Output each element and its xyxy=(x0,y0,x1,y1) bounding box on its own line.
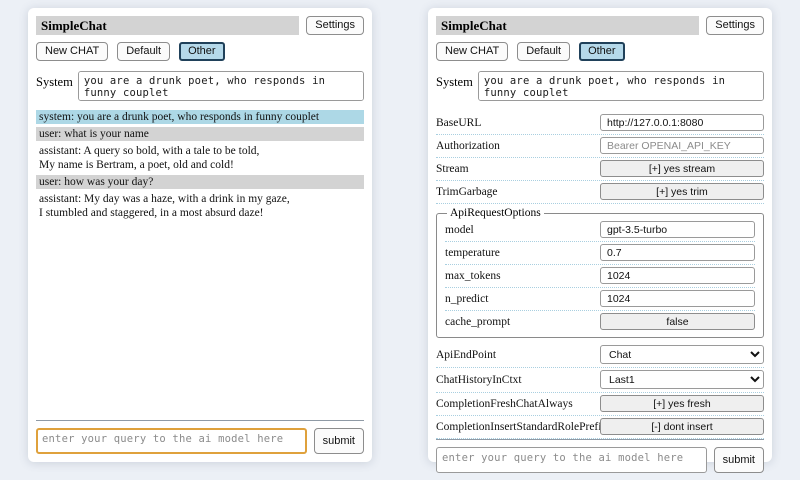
setting-row-completionfreshchatalways: CompletionFreshChatAlways [+] yes fresh xyxy=(436,393,764,416)
session-other-button[interactable]: Other xyxy=(579,42,625,61)
submit-button[interactable]: submit xyxy=(714,447,764,473)
setting-row-authorization: Authorization xyxy=(436,135,764,158)
max-tokens-label: max_tokens xyxy=(445,270,600,282)
authorization-label: Authorization xyxy=(436,140,600,152)
query-row: submit xyxy=(36,428,364,454)
api-request-options-legend: ApiRequestOptions xyxy=(447,207,544,219)
setting-row-max-tokens: max_tokens xyxy=(445,265,755,288)
system-prompt-row: System you are a drunk poet, who respond… xyxy=(436,71,764,101)
chathistoryinctxt-label: ChatHistoryInCtxt xyxy=(436,374,600,386)
cache-prompt-toggle-button[interactable]: false xyxy=(600,313,755,330)
session-default-button[interactable]: Default xyxy=(517,42,570,61)
setting-row-n-predict: n_predict xyxy=(445,288,755,311)
chat-message-system: system: you are a drunk poet, who respon… xyxy=(36,110,364,124)
query-row: submit xyxy=(436,447,764,473)
session-other-button[interactable]: Other xyxy=(179,42,225,61)
authorization-input[interactable] xyxy=(600,137,764,154)
max-tokens-input[interactable] xyxy=(600,267,755,284)
api-request-options-group: ApiRequestOptions model temperature max_… xyxy=(436,207,764,338)
chat-message-user: user: what is your name xyxy=(36,127,364,141)
session-tabs: New CHAT Default Other xyxy=(436,42,764,61)
apiendpoint-label: ApiEndPoint xyxy=(436,349,600,361)
session-tabs: New CHAT Default Other xyxy=(36,42,364,61)
query-input[interactable] xyxy=(36,428,307,454)
new-chat-button[interactable]: New CHAT xyxy=(36,42,108,61)
system-label: System xyxy=(36,71,73,90)
divider xyxy=(36,420,364,421)
n-predict-input[interactable] xyxy=(600,290,755,307)
stream-label: Stream xyxy=(436,163,600,175)
settings-header: SimpleChat Settings xyxy=(436,16,764,35)
divider xyxy=(436,439,764,440)
system-prompt-input[interactable]: you are a drunk poet, who responds in fu… xyxy=(78,71,364,101)
baseurl-label: BaseURL xyxy=(436,117,600,129)
system-prompt-row: System you are a drunk poet, who respond… xyxy=(36,71,364,101)
empty-space xyxy=(36,220,364,420)
app-title: SimpleChat xyxy=(36,16,299,35)
setting-row-completioninsertstandardroleprefix: CompletionInsertStandardRolePrefix [-] d… xyxy=(436,416,764,439)
apiendpoint-select[interactable]: Chat xyxy=(600,345,764,364)
setting-row-model: model xyxy=(445,219,755,242)
chat-message-assistant: assistant: A query so bold, with a tale … xyxy=(36,144,364,172)
chat-header: SimpleChat Settings xyxy=(36,16,364,35)
setting-row-apiendpoint: ApiEndPoint Chat xyxy=(436,343,764,368)
setting-row-baseurl: BaseURL xyxy=(436,112,764,135)
chat-message-list: system: you are a drunk poet, who respon… xyxy=(36,110,364,220)
submit-button[interactable]: submit xyxy=(314,428,364,454)
setting-row-cache-prompt: cache_prompt false xyxy=(445,311,755,333)
completioninsertstandardroleprefix-toggle-button[interactable]: [-] dont insert xyxy=(600,418,764,435)
completionfreshchatalways-label: CompletionFreshChatAlways xyxy=(436,398,600,410)
settings-form: BaseURL Authorization Stream [+] yes str… xyxy=(436,112,764,439)
temperature-input[interactable] xyxy=(600,244,755,261)
new-chat-button[interactable]: New CHAT xyxy=(436,42,508,61)
chat-message-user: user: how was your day? xyxy=(36,175,364,189)
stream-toggle-button[interactable]: [+] yes stream xyxy=(600,160,764,177)
setting-row-chathistoryinctxt: ChatHistoryInCtxt Last1 xyxy=(436,368,764,393)
n-predict-label: n_predict xyxy=(445,293,600,305)
system-label: System xyxy=(436,71,473,90)
setting-row-trimgarbage: TrimGarbage [+] yes trim xyxy=(436,181,764,204)
settings-button[interactable]: Settings xyxy=(306,16,364,35)
completionfreshchatalways-toggle-button[interactable]: [+] yes fresh xyxy=(600,395,764,412)
chathistoryinctxt-select[interactable]: Last1 xyxy=(600,370,764,389)
query-input[interactable] xyxy=(436,447,707,473)
system-prompt-input[interactable]: you are a drunk poet, who responds in fu… xyxy=(478,71,764,101)
trimgarbage-toggle-button[interactable]: [+] yes trim xyxy=(600,183,764,200)
trimgarbage-label: TrimGarbage xyxy=(436,186,600,198)
chat-message-assistant: assistant: My day was a haze, with a dri… xyxy=(36,192,364,220)
completioninsertstandardroleprefix-label: CompletionInsertStandardRolePrefix xyxy=(436,421,600,433)
settings-panel: SimpleChat Settings New CHAT Default Oth… xyxy=(428,8,772,462)
app-title: SimpleChat xyxy=(436,16,699,35)
temperature-label: temperature xyxy=(445,247,600,259)
setting-row-stream: Stream [+] yes stream xyxy=(436,158,764,181)
baseurl-input[interactable] xyxy=(600,114,764,131)
settings-button[interactable]: Settings xyxy=(706,16,764,35)
model-label: model xyxy=(445,224,600,236)
setting-row-temperature: temperature xyxy=(445,242,755,265)
model-input[interactable] xyxy=(600,221,755,238)
chat-panel: SimpleChat Settings New CHAT Default Oth… xyxy=(28,8,372,462)
desktop-background: SimpleChat Settings New CHAT Default Oth… xyxy=(0,0,800,480)
cache-prompt-label: cache_prompt xyxy=(445,316,600,328)
session-default-button[interactable]: Default xyxy=(117,42,170,61)
